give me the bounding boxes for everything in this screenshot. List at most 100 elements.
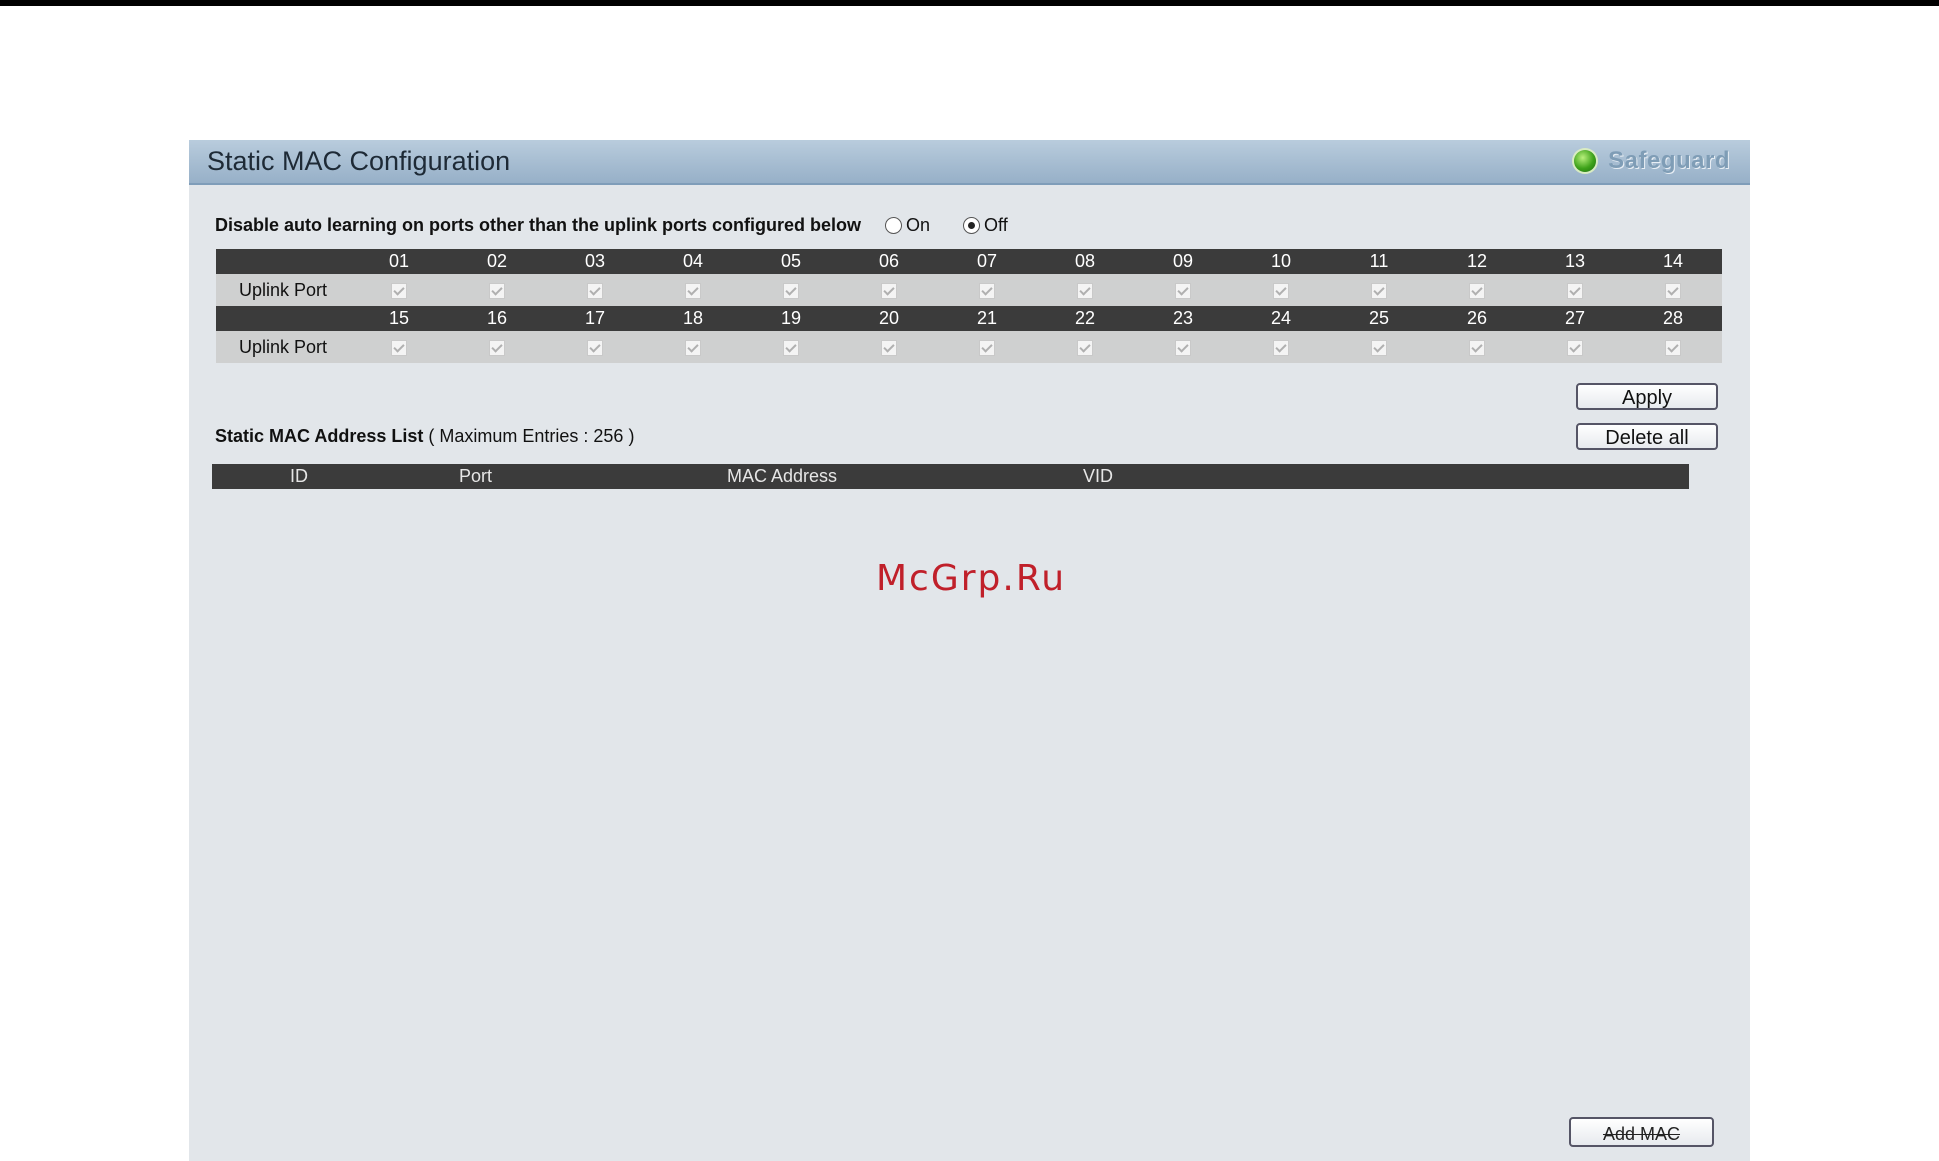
uplink-port-checkbox-15[interactable] — [391, 339, 407, 356]
uplink-ports-table: 01 02 03 04 05 06 07 08 09 10 11 12 13 14 Uplink Port 1… — [216, 249, 1722, 363]
uplink-port-checkbox-27[interactable] — [1567, 339, 1583, 356]
uplink-port-checkbox-05[interactable] — [783, 282, 799, 299]
uplink-port-checkbox-01[interactable] — [391, 282, 407, 299]
mac-table-header: ID Port MAC Address VID — [212, 464, 1689, 489]
uplink-port-cell-10 — [1232, 274, 1330, 306]
header-blank-cell — [216, 249, 350, 274]
port-number-07: 07 — [938, 249, 1036, 274]
uplink-port-cell-02 — [448, 274, 546, 306]
uplink-port-checkbox-16[interactable] — [489, 339, 505, 356]
uplink-port-checkbox-21[interactable] — [979, 339, 995, 356]
uplink-port-checkbox-22[interactable] — [1077, 339, 1093, 356]
watermark-text: McGrp.Ru — [876, 558, 1067, 599]
column-header-id: ID — [290, 466, 308, 486]
port-number-26: 26 — [1428, 306, 1526, 331]
uplink-port-cell-27 — [1526, 331, 1624, 363]
uplink-port-checkbox-24[interactable] — [1273, 339, 1289, 356]
uplink-port-cell-21 — [938, 331, 1036, 363]
column-header-mac-address: MAC Address — [727, 466, 838, 486]
delete-all-button[interactable]: Delete all — [1576, 423, 1718, 450]
safeguard-label: Safeguard — [1608, 147, 1730, 174]
uplink-port-label: Uplink Port — [216, 331, 350, 363]
uplink-port-checkbox-08[interactable] — [1077, 282, 1093, 299]
port-number-row: 01 02 03 04 05 06 07 08 09 10 11 12 13 14 — [216, 249, 1722, 274]
uplink-port-checkbox-23[interactable] — [1175, 339, 1191, 356]
port-number-25: 25 — [1330, 306, 1428, 331]
uplink-port-checkbox-03[interactable] — [587, 282, 603, 299]
uplink-port-cell-20 — [840, 331, 938, 363]
port-number-08: 08 — [1036, 249, 1134, 274]
port-number-21: 21 — [938, 306, 1036, 331]
uplink-port-checkbox-10[interactable] — [1273, 282, 1289, 299]
apply-button[interactable]: Apply — [1576, 383, 1718, 410]
uplink-port-checkbox-20[interactable] — [881, 339, 897, 356]
port-number-01: 01 — [350, 249, 448, 274]
mac-list-title-text: Static MAC Address List — [215, 426, 424, 446]
panel-header: Static MAC Configuration Safeguard — [189, 140, 1750, 185]
column-header-port: Port — [459, 466, 493, 486]
port-number-02: 02 — [448, 249, 546, 274]
static-mac-panel: Static MAC Configuration Safeguard Disab… — [189, 140, 1750, 1161]
column-header-vid: VID — [1083, 466, 1114, 486]
uplink-port-checkbox-19[interactable] — [783, 339, 799, 356]
port-number-22: 22 — [1036, 306, 1134, 331]
port-number-05: 05 — [742, 249, 840, 274]
uplink-port-label: Uplink Port — [216, 274, 350, 306]
uplink-port-checkbox-07[interactable] — [979, 282, 995, 299]
uplink-port-checkbox-09[interactable] — [1175, 282, 1191, 299]
uplink-port-checkbox-02[interactable] — [489, 282, 505, 299]
safeguard-indicator: Safeguard — [1574, 144, 1730, 178]
uplink-port-row: Uplink Port — [216, 274, 1722, 306]
uplink-port-checkbox-28[interactable] — [1665, 339, 1681, 356]
uplink-port-cell-18 — [644, 331, 742, 363]
radio-circle-icon[interactable] — [885, 216, 903, 234]
uplink-port-checkbox-13[interactable] — [1567, 282, 1583, 299]
uplink-port-checkbox-14[interactable] — [1665, 282, 1681, 299]
port-number-19: 19 — [742, 306, 840, 331]
uplink-port-cell-12 — [1428, 274, 1526, 306]
uplink-port-cell-23 — [1134, 331, 1232, 363]
uplink-port-cell-08 — [1036, 274, 1134, 306]
uplink-port-cell-26 — [1428, 331, 1526, 363]
uplink-port-checkbox-06[interactable] — [881, 282, 897, 299]
mac-list-title: Static MAC Address List ( Maximum Entrie… — [215, 426, 634, 447]
uplink-port-cell-22 — [1036, 331, 1134, 363]
uplink-port-checkbox-11[interactable] — [1371, 282, 1387, 299]
auto-learning-row: Disable auto learning on ports other tha… — [215, 214, 1008, 236]
uplink-port-cell-11 — [1330, 274, 1428, 306]
uplink-port-checkbox-04[interactable] — [685, 282, 701, 299]
port-number-16: 16 — [448, 306, 546, 331]
uplink-port-checkbox-17[interactable] — [587, 339, 603, 356]
radio-on-label: On — [906, 214, 931, 235]
safeguard-status-icon — [1574, 150, 1597, 172]
uplink-port-cell-04 — [644, 274, 742, 306]
port-number-11: 11 — [1330, 249, 1428, 274]
port-number-27: 27 — [1526, 306, 1624, 331]
uplink-port-checkbox-25[interactable] — [1371, 339, 1387, 356]
uplink-port-checkbox-12[interactable] — [1469, 282, 1485, 299]
top-border — [0, 0, 1939, 6]
port-number-12: 12 — [1428, 249, 1526, 274]
port-number-14: 14 — [1624, 249, 1722, 274]
port-number-13: 13 — [1526, 249, 1624, 274]
add-mac-button[interactable]: Add MAC — [1569, 1117, 1714, 1147]
uplink-port-checkbox-18[interactable] — [685, 339, 701, 356]
uplink-port-cell-24 — [1232, 331, 1330, 363]
port-number-17: 17 — [546, 306, 644, 331]
port-number-04: 04 — [644, 249, 742, 274]
uplink-port-checkbox-26[interactable] — [1469, 339, 1485, 356]
port-number-23: 23 — [1134, 306, 1232, 331]
uplink-port-cell-13 — [1526, 274, 1624, 306]
auto-learning-on-radio[interactable]: On — [885, 215, 930, 236]
uplink-port-cell-14 — [1624, 274, 1722, 306]
uplink-port-cell-09 — [1134, 274, 1232, 306]
uplink-port-cell-07 — [938, 274, 1036, 306]
uplink-port-cell-17 — [546, 331, 644, 363]
page-title: Static MAC Configuration — [207, 146, 511, 176]
uplink-port-cell-16 — [448, 331, 546, 363]
port-number-06: 06 — [840, 249, 938, 274]
port-number-15: 15 — [350, 306, 448, 331]
radio-circle-checked-icon[interactable] — [963, 216, 981, 234]
auto-learning-off-radio[interactable]: Off — [963, 215, 1008, 236]
uplink-port-cell-03 — [546, 274, 644, 306]
